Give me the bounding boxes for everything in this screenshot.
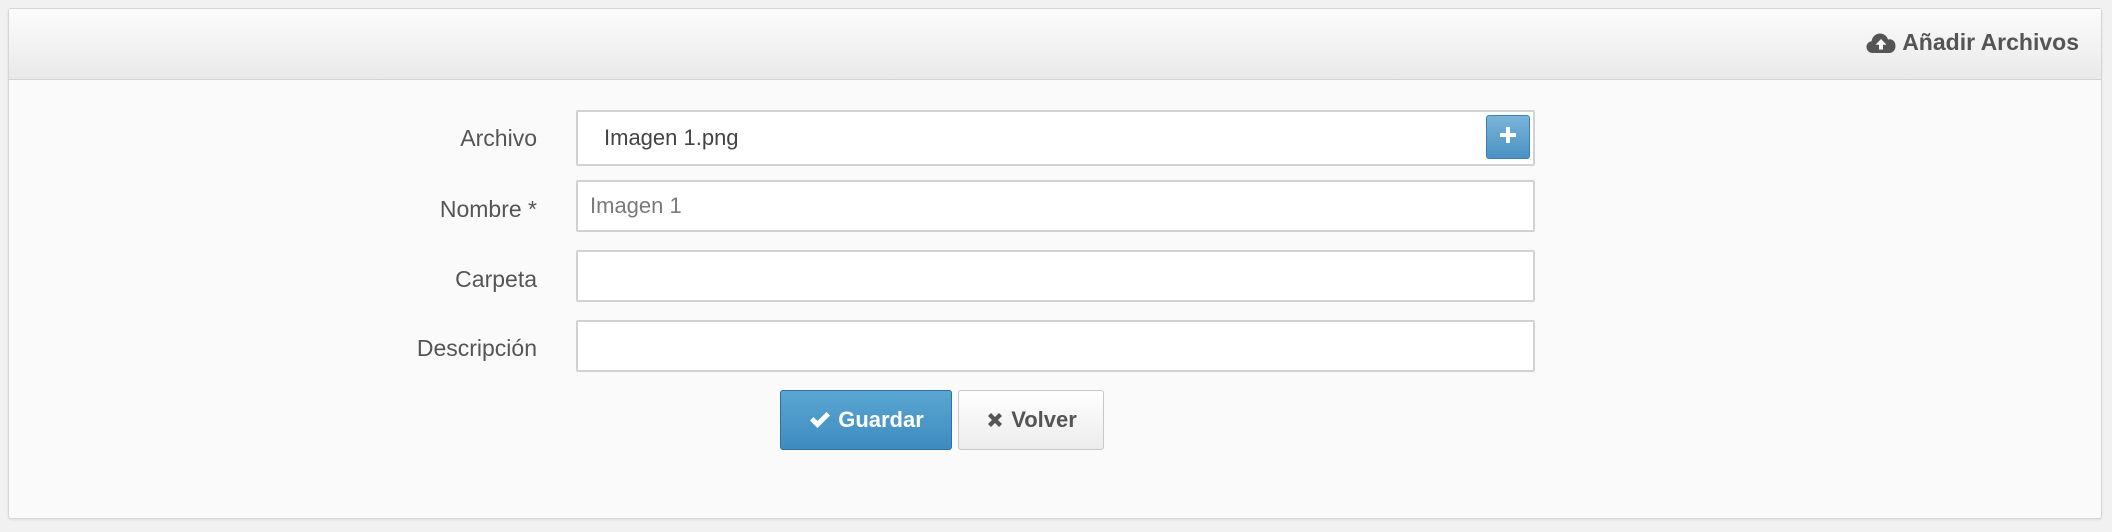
add-file-button[interactable] [1486, 115, 1530, 159]
cloud-upload-icon [1866, 32, 1896, 54]
file-input[interactable]: Imagen 1.png [576, 110, 1535, 166]
file-input-value: Imagen 1.png [604, 125, 739, 150]
panel-title-text: Añadir Archivos [1902, 29, 2079, 55]
panel-header: Añadir Archivos [9, 9, 2101, 80]
carpeta-label: Carpeta [455, 266, 537, 292]
check-icon [808, 410, 832, 430]
nombre-placeholder: Imagen 1 [590, 193, 682, 218]
plus-icon [1499, 126, 1517, 149]
nombre-label: Nombre * [439, 196, 537, 222]
panel-title: Añadir Archivos [1866, 29, 2079, 56]
save-button[interactable]: Guardar [780, 390, 952, 450]
save-button-label: Guardar [838, 407, 924, 432]
back-button-label: Volver [1011, 407, 1077, 432]
archivo-label: Archivo [460, 125, 537, 151]
carpeta-input[interactable] [576, 250, 1535, 302]
descripcion-input[interactable] [576, 320, 1535, 372]
nombre-input[interactable]: Imagen 1 [576, 180, 1535, 232]
descripcion-label: Descripción [416, 335, 537, 361]
x-icon [985, 410, 1005, 430]
back-button[interactable]: Volver [958, 390, 1104, 450]
